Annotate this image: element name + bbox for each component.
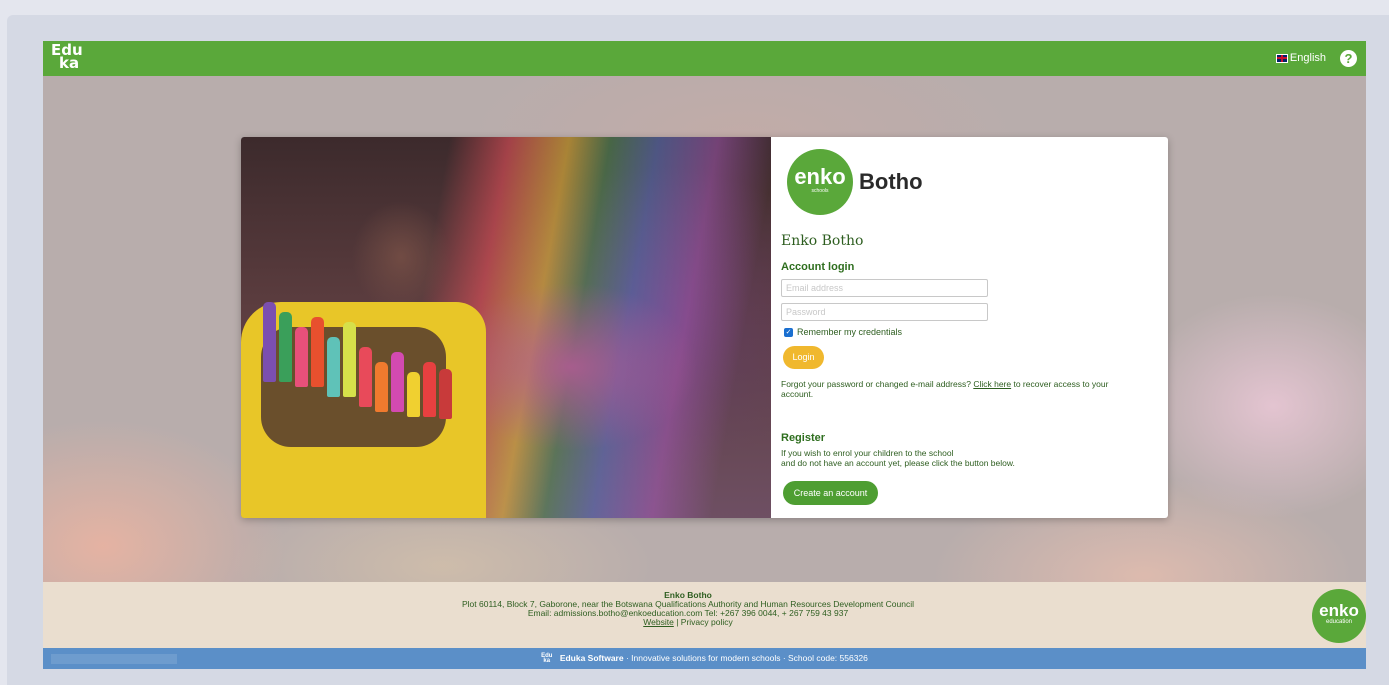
- register-description: If you wish to enrol your children to th…: [781, 448, 1015, 468]
- website-link[interactable]: Website: [643, 617, 674, 627]
- crayon: [359, 347, 372, 407]
- crayon: [327, 337, 340, 397]
- login-card: enko schools Botho Enko Botho Account lo…: [241, 137, 1168, 518]
- bottom-bar: Edu ka Eduka Software · Innovative solut…: [43, 648, 1366, 669]
- footer-contact: Enko Botho Plot 60114, Block 7, Gaborone…: [43, 591, 1333, 627]
- software-name: Eduka Software: [559, 653, 624, 663]
- crayon: [391, 352, 404, 412]
- crayon: [423, 362, 436, 417]
- login-panel: enko schools Botho Enko Botho Account lo…: [771, 137, 1168, 518]
- uk-flag-icon: [1275, 53, 1288, 63]
- school-title: Enko Botho: [781, 233, 864, 249]
- crayon: [279, 312, 292, 382]
- language-selector[interactable]: English: [1275, 52, 1326, 64]
- enko-schools-logo: enko schools: [787, 149, 853, 215]
- checkbox-checked-icon[interactable]: ✓: [784, 327, 793, 337]
- privacy-policy-link[interactable]: Privacy policy: [681, 617, 733, 627]
- account-login-heading: Account login: [781, 261, 855, 273]
- crayon: [439, 369, 452, 419]
- email-field[interactable]: [781, 279, 988, 297]
- remember-label: Remember my credentials: [797, 327, 903, 337]
- remember-credentials[interactable]: ✓ Remember my credentials: [784, 327, 902, 337]
- register-heading: Register: [781, 432, 826, 444]
- crayon: [375, 362, 388, 412]
- crayons-photo: [241, 137, 771, 518]
- forgot-password-text: Forgot your password or changed e-mail a…: [781, 379, 1109, 399]
- eduka-mini-logo: Edu ka: [541, 652, 553, 664]
- language-label: English: [1289, 52, 1326, 64]
- create-account-button[interactable]: Create an account: [783, 481, 878, 505]
- login-button[interactable]: Login: [783, 346, 824, 369]
- software-tagline: · Innovative solutions for modern school…: [625, 653, 868, 663]
- crayon: [407, 372, 420, 417]
- school-brand: enko schools Botho: [787, 149, 923, 215]
- top-navbar: Edu ka English ?: [43, 41, 1366, 76]
- crayon: [263, 302, 276, 382]
- crayon: [311, 317, 324, 387]
- help-icon[interactable]: ?: [1340, 50, 1357, 67]
- enko-education-logo: enko education: [1312, 589, 1366, 643]
- crayon: [295, 327, 308, 387]
- brand-name: Botho: [859, 169, 923, 194]
- crayon: [343, 322, 356, 397]
- recover-access-link[interactable]: Click here: [973, 379, 1011, 389]
- eduka-logo[interactable]: Edu ka: [51, 43, 83, 71]
- password-field[interactable]: [781, 303, 988, 321]
- footer: Enko Botho Plot 60114, Block 7, Gaborone…: [43, 582, 1366, 648]
